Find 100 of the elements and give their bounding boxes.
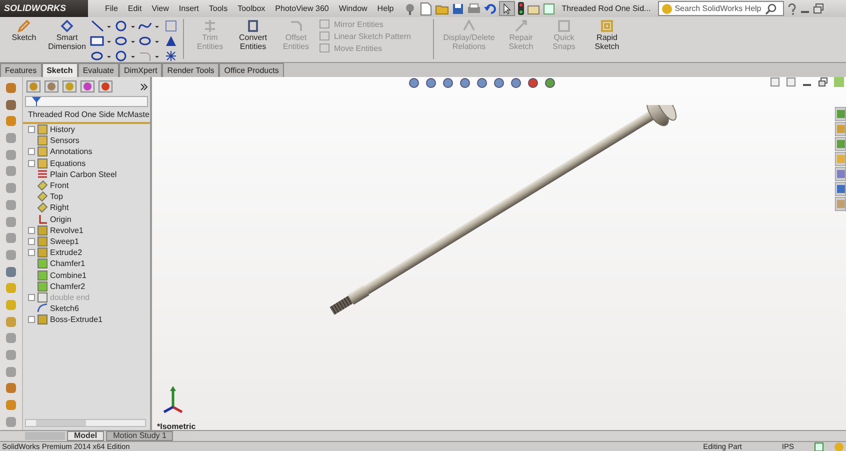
help-icon[interactable] [814, 442, 824, 451]
menu-item[interactable]: Edit [128, 4, 142, 13]
print-icon[interactable] [466, 2, 481, 14]
ribbon-tab[interactable]: Office Products [219, 63, 284, 77]
expand-icon[interactable] [28, 249, 35, 256]
tool-icon[interactable] [4, 281, 18, 296]
traffic-light-icon[interactable] [518, 2, 524, 15]
tree-item[interactable]: Top [50, 192, 63, 202]
command-button[interactable]: Convert Entities [233, 19, 273, 52]
tool-icon[interactable] [4, 381, 18, 396]
tree-item[interactable]: Equations [50, 158, 86, 168]
ribbon-tab[interactable]: DimXpert [118, 63, 162, 77]
tool-icon[interactable] [4, 364, 18, 379]
folder-icon[interactable] [434, 2, 449, 14]
ribbon-tab[interactable]: Sketch [42, 63, 78, 77]
restore-icon[interactable] [812, 3, 824, 14]
restore-icon[interactable] [818, 77, 828, 87]
sketch-tool-icon[interactable] [138, 35, 162, 47]
command-button[interactable]: Rapid Sketch [587, 19, 627, 52]
new-document-icon[interactable] [420, 2, 432, 16]
search-field[interactable]: Search SolidWorks Help [658, 1, 784, 16]
expand-icon[interactable] [28, 294, 35, 301]
expand-icon[interactable] [28, 316, 35, 324]
asterisk-icon[interactable] [165, 50, 177, 62]
tree-root[interactable]: Threaded Rod One Side McMaste [23, 107, 150, 124]
expand-icon[interactable] [28, 226, 35, 234]
tool-icon[interactable] [4, 164, 18, 178]
expand-icon[interactable] [28, 126, 35, 134]
tree-item[interactable]: History [50, 125, 75, 134]
tree-item[interactable]: Chamfer2 [50, 282, 86, 291]
triangle-icon[interactable] [165, 35, 177, 47]
tree-item[interactable]: Origin [50, 214, 72, 224]
task-pane-tab-icon[interactable] [835, 197, 846, 211]
command-button[interactable]: Smart Dimension [47, 19, 87, 52]
tree-item[interactable]: Front [50, 181, 69, 190]
expand-icon[interactable] [28, 238, 35, 245]
panel-tab-icon[interactable] [61, 80, 78, 93]
sketch-tool-icon[interactable] [114, 35, 138, 47]
tool-icon[interactable] [4, 348, 18, 362]
ribbon-tab[interactable]: Features [0, 63, 42, 77]
sketch-tool-icon[interactable] [90, 20, 114, 32]
sketch-tool-icon[interactable] [114, 50, 138, 62]
panel-tab-icon[interactable] [79, 80, 96, 93]
tree-item[interactable]: Right [50, 203, 69, 212]
tool-icon[interactable] [4, 398, 18, 412]
menu-item[interactable]: Window [338, 4, 368, 13]
menu-item[interactable]: Toolbox [238, 4, 266, 13]
tree-item[interactable]: Chamfer1 [50, 259, 86, 268]
menu-item[interactable]: View [152, 4, 169, 13]
tool-icon[interactable] [4, 298, 18, 312]
menu-item[interactable]: File [105, 4, 118, 13]
tool-icon[interactable] [4, 131, 18, 146]
expand-icon[interactable] [28, 148, 35, 156]
menu-item[interactable]: Insert [178, 4, 199, 13]
double-chevron-icon[interactable] [140, 82, 148, 90]
menu-item[interactable]: Tools [208, 4, 228, 13]
tool-icon[interactable] [4, 148, 18, 162]
study-tab[interactable]: Model [67, 431, 104, 441]
tree-item[interactable]: Combine1 [50, 270, 86, 280]
filter-field[interactable] [25, 96, 148, 107]
tool-icon[interactable] [4, 214, 18, 228]
tree-item[interactable]: Sweep1 [50, 236, 79, 246]
task-pane-tab-icon[interactable] [835, 167, 846, 181]
panel-tab-icon[interactable] [97, 80, 114, 93]
panel-tab-icon[interactable] [43, 80, 60, 93]
sketch-tool-icon[interactable] [90, 35, 114, 47]
grid-pattern-icon[interactable] [165, 20, 177, 32]
command-button[interactable]: Sketch [4, 19, 44, 43]
undo-icon[interactable] [484, 2, 496, 14]
horizontal-scrollbar[interactable] [25, 419, 146, 427]
menu-item[interactable]: PhotoView 360 [275, 4, 329, 13]
study-tab[interactable]: Motion Study 1 [106, 431, 174, 441]
tree-item[interactable]: Sensors [50, 136, 80, 146]
task-pane-tab-icon[interactable] [835, 152, 846, 166]
tool-icon[interactable] [4, 314, 18, 329]
menu-item[interactable]: Help [377, 4, 394, 13]
tool-icon[interactable] [4, 81, 18, 95]
ribbon-tab[interactable]: Render Tools [162, 63, 220, 77]
tree-item[interactable]: Revolve1 [50, 226, 84, 235]
sketch-tool-icon[interactable] [138, 20, 162, 32]
task-pane-tab-icon[interactable] [835, 122, 846, 136]
task-pane-tab-icon[interactable] [835, 182, 846, 196]
sketch-tool-icon[interactable] [114, 20, 138, 32]
tool-icon[interactable] [4, 98, 18, 112]
tool-icon[interactable] [4, 198, 18, 212]
task-pane-tab-icon[interactable] [835, 107, 846, 121]
tool-icon[interactable] [4, 114, 18, 128]
tool-icon[interactable] [4, 331, 18, 346]
tool-icon[interactable] [4, 181, 18, 196]
tree-item[interactable]: Plain Carbon Steel [50, 170, 117, 179]
tool-icon[interactable] [4, 231, 18, 246]
help-icon[interactable] [786, 2, 797, 14]
tool-icon[interactable] [4, 248, 18, 262]
tool-icon[interactable] [4, 264, 18, 279]
sketch-tool-icon[interactable] [90, 50, 114, 62]
tree-item[interactable]: Boss-Extrude1 [50, 315, 102, 324]
save-icon[interactable] [452, 2, 464, 14]
ribbon-tab[interactable]: Evaluate [78, 63, 119, 77]
expand-icon[interactable] [28, 160, 35, 167]
search-icon[interactable] [764, 2, 777, 14]
